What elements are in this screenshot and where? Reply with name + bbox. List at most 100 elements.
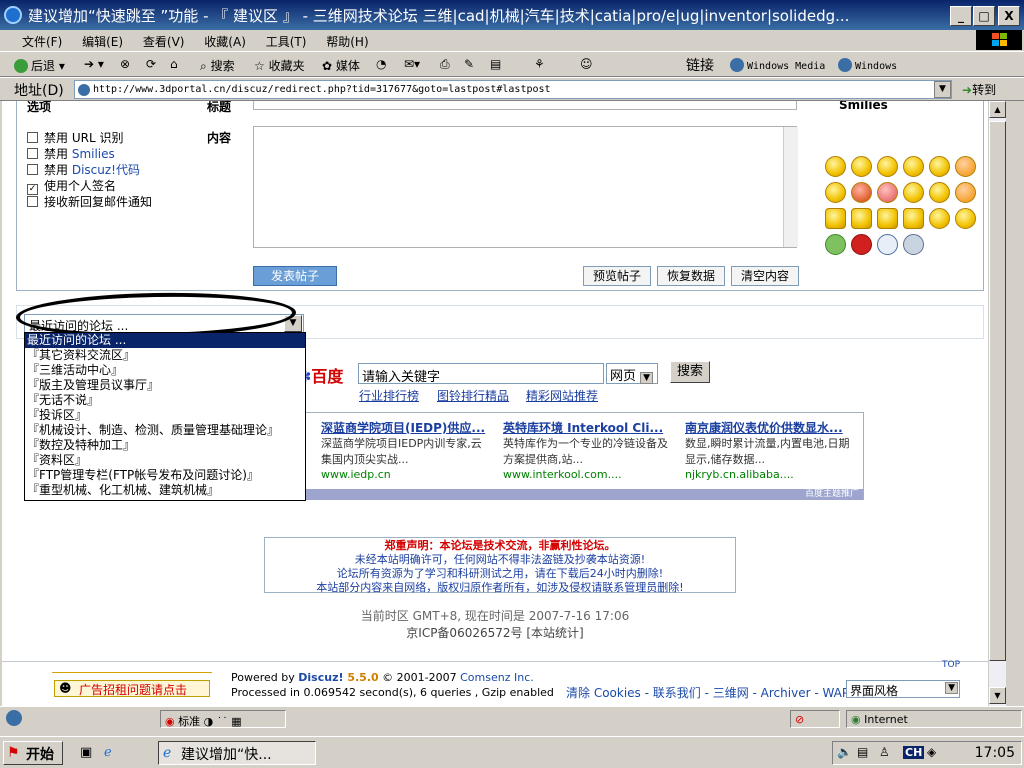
ad-item[interactable]: 南京康润仪表优价供数显水... 数显,瞬时累计流量,内置电池,日期显示,储存数据… [685,419,857,481]
mad-icon[interactable] [877,182,898,203]
confused-icon[interactable] [825,182,846,203]
scroll-down-button[interactable]: ▼ [989,687,1006,704]
forum-option[interactable]: 『版主及管理员议事厅』 [25,378,305,393]
ime-bar[interactable]: ◉ 标准 ◑ ˙˙ ▦ [160,710,286,728]
quicklaunch-desktop-icon[interactable]: ▣ [80,745,92,760]
history-button[interactable]: ◔ [376,57,386,71]
link-windows-media[interactable]: Windows Media [730,58,825,72]
forum-option[interactable]: 『数控及特种加工』 [25,438,305,453]
discuss-button[interactable]: ▤ [490,57,501,71]
stop-button[interactable]: ⊗ [120,57,130,71]
favorites-button[interactable]: ☆ 收藏夹 [254,57,305,74]
top-link[interactable]: TOP [942,660,960,670]
forum-option[interactable]: 最近访问的论坛 ... [25,333,305,348]
research-button[interactable]: ⚘ [534,57,545,71]
link-windows[interactable]: Windows [838,58,897,72]
address-dropdown-button[interactable]: ▼ [934,81,951,98]
icp-license[interactable]: 京ICP备06026572号 [本站统计] [2,624,988,641]
checkbox[interactable] [27,196,38,207]
home-button[interactable]: ⌂ [170,57,178,71]
menu-view[interactable]: 查看(V) [135,30,193,53]
menu-favorites[interactable]: 收藏(A) [196,30,254,53]
scroll-thumb[interactable] [989,121,1006,661]
textarea-scrollbar[interactable] [783,127,798,247]
forum-option[interactable]: 『机械设计、制造、检测、质量管理基础理论』 [25,423,305,438]
grin-icon[interactable] [929,156,950,177]
forum-option[interactable]: 『资料区』 [25,453,305,468]
option-email-notify[interactable]: 接收新回复邮件通知 [27,193,152,210]
baidu-link-sites[interactable]: 精彩网站推荐 [526,387,598,404]
baidu-search-input[interactable]: 请输入关键字 [358,363,604,385]
baidu-type-select[interactable]: 网页 ▼ [606,363,658,384]
ad-contact-button[interactable]: ☻ 广告招租问题请点击 [54,680,210,697]
shock-icon[interactable] [929,182,950,203]
cry-icon[interactable] [903,182,924,203]
forward-button[interactable]: ➔ ▾ [84,57,104,71]
checkbox[interactable] [27,132,38,143]
title-input[interactable] [253,101,797,110]
lips-icon[interactable] [851,234,872,255]
checkbox[interactable] [27,148,38,159]
print-button[interactable]: ⎙ [440,57,450,72]
scroll-up-button[interactable]: ▲ [989,101,1006,118]
clock-icon[interactable] [877,234,898,255]
mail-button[interactable]: ✉▾ [404,57,420,71]
refresh-button[interactable]: ⟳ [146,57,156,71]
start-button[interactable]: ⚑ 开始 [3,741,63,765]
baidu-search-button[interactable]: 搜索 [670,361,710,383]
option-disable-discuz-code[interactable]: 禁用 Discuz!代码 [27,161,140,178]
handshake-icon[interactable] [851,208,872,229]
sweat-icon[interactable] [929,208,950,229]
preview-post-button[interactable]: 预览帖子 [583,266,651,286]
smile-icon[interactable] [825,156,846,177]
baidu-link-ranking[interactable]: 行业排行榜 [359,387,419,404]
thumbs-down-icon[interactable] [825,208,846,229]
sad-icon[interactable] [851,156,872,177]
ad-item[interactable]: 英特库环境 Interkool Cli... 英特库作为一个专业的冷链设备及方案… [503,419,675,481]
ad-item[interactable]: 深蓝商学院项目(IEDP)供应... 深蓝商学院项目IEDP内训专家,云集国内顶… [321,419,491,481]
baidu-link-ringtones[interactable]: 图铃排行精品 [437,387,509,404]
skin-select[interactable]: 界面风格 ▼ [846,680,960,698]
lol-icon[interactable] [955,208,976,229]
forum-option[interactable]: 『FTP管理专栏(FTP帐号发布及问题讨论)』 [25,468,305,483]
phone-icon[interactable] [903,234,924,255]
clear-content-button[interactable]: 清空内容 [731,266,799,286]
happy-icon[interactable] [903,156,924,177]
forum-option[interactable]: 『重型机械、化工机械、建筑机械』 [25,483,305,498]
forum-option[interactable]: 『其它资料交流区』 [25,348,305,363]
ime-status-icon[interactable]: ◈ [927,745,936,759]
person-icon[interactable] [825,234,846,255]
forum-option[interactable]: 『无话不说』 [25,393,305,408]
minimize-button[interactable]: _ [950,6,972,26]
clap-icon[interactable] [903,208,924,229]
submit-post-button[interactable]: 发表帖子 [253,266,337,286]
messenger-button[interactable]: ☺ [580,57,593,71]
search-button[interactable]: ⌕ 搜索 [200,57,235,74]
tongue-icon[interactable] [877,156,898,177]
kiss-icon[interactable] [955,182,976,203]
option-disable-smilies[interactable]: 禁用 Smilies [27,145,115,162]
angry-icon[interactable] [851,182,872,203]
network-icon[interactable]: ▤ [857,745,868,759]
menu-file[interactable]: 文件(F) [14,30,70,53]
user-icon[interactable]: ♙ [879,745,890,759]
forum-option[interactable]: 『投诉区』 [25,408,305,423]
option-disable-url[interactable]: 禁用 URL 识别 [27,129,123,146]
maximize-button[interactable]: □ [973,6,995,26]
checkbox[interactable] [27,164,38,175]
menu-help[interactable]: 帮助(H) [318,30,376,53]
ime-indicator[interactable]: CH [903,746,925,759]
quicklaunch-ie-icon[interactable]: ℯ [104,745,112,760]
content-textarea[interactable] [253,126,797,248]
forum-option[interactable]: 『三维活动中心』 [25,363,305,378]
address-input[interactable]: http://www.3dportal.cn/discuz/redirect.p… [74,80,952,99]
media-button[interactable]: ✿ 媒体 [322,57,360,74]
taskbar-window-button[interactable]: ℯ 建议增加“快... [158,741,316,765]
vertical-scrollbar[interactable]: ▲ ▼ [988,101,1006,706]
back-button[interactable]: 后退 ▾ [14,57,65,74]
footer-links[interactable]: 清除 Cookies - 联系我们 - 三维网 - Archiver - WAP [566,684,849,701]
restore-data-button[interactable]: 恢复数据 [657,266,725,286]
menu-tools[interactable]: 工具(T) [258,30,315,53]
go-button[interactable]: ➜转到 [962,81,996,98]
volume-icon[interactable]: 🔈 [837,745,852,759]
